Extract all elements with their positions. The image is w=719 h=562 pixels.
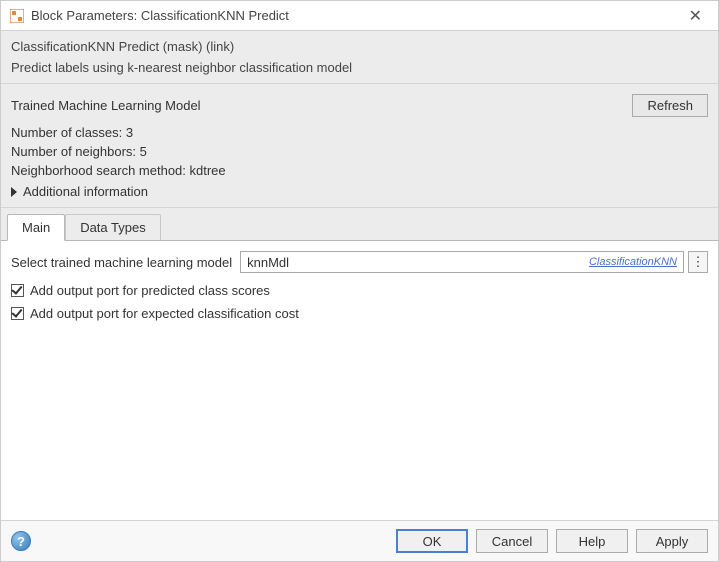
help-button[interactable]: Help	[556, 529, 628, 553]
apply-button[interactable]: Apply	[636, 529, 708, 553]
ok-button[interactable]: OK	[396, 529, 468, 553]
triangle-right-icon	[11, 187, 17, 197]
trained-model-section: Trained Machine Learning Model Refresh N…	[1, 84, 718, 208]
tab-bar: Main Data Types	[1, 208, 718, 241]
checkbox-predicted-scores-label: Add output port for predicted class scor…	[30, 283, 270, 298]
titlebar: Block Parameters: ClassificationKNN Pred…	[1, 1, 718, 31]
checkbox-classification-cost-row[interactable]: Add output port for expected classificat…	[11, 306, 708, 321]
additional-information-label: Additional information	[23, 184, 148, 199]
window-title: Block Parameters: ClassificationKNN Pred…	[31, 8, 681, 23]
model-input-value: knnMdl	[247, 255, 589, 270]
select-model-row: Select trained machine learning model kn…	[11, 251, 708, 273]
main-tab-panel: Select trained machine learning model kn…	[1, 241, 718, 520]
dialog-footer: ? OK Cancel Help Apply	[1, 520, 718, 561]
description-summary: Predict labels using k-nearest neighbor …	[11, 60, 708, 75]
search-method-label: Neighborhood search method: kdtree	[11, 163, 708, 178]
help-icon[interactable]: ?	[11, 531, 31, 551]
cancel-button[interactable]: Cancel	[476, 529, 548, 553]
checkbox-predicted-scores-row[interactable]: Add output port for predicted class scor…	[11, 283, 708, 298]
num-neighbors-label: Number of neighbors: 5	[11, 144, 708, 159]
model-browse-button[interactable]: ⋮	[688, 251, 708, 273]
model-type-link[interactable]: ClassificationKNN	[589, 256, 677, 268]
tab-data-types[interactable]: Data Types	[65, 214, 161, 240]
checkbox-classification-cost[interactable]	[11, 307, 24, 320]
refresh-button[interactable]: Refresh	[632, 94, 708, 117]
trained-model-header: Trained Machine Learning Model	[11, 98, 632, 113]
description-section: ClassificationKNN Predict (mask) (link) …	[1, 31, 718, 84]
mask-link-line: ClassificationKNN Predict (mask) (link)	[11, 39, 708, 54]
close-icon[interactable]: ✕	[681, 4, 710, 28]
app-icon	[9, 8, 25, 24]
tab-main[interactable]: Main	[7, 214, 65, 241]
additional-information-toggle[interactable]: Additional information	[11, 184, 708, 199]
model-input[interactable]: knnMdl ClassificationKNN	[240, 251, 684, 273]
select-model-label: Select trained machine learning model	[11, 255, 232, 270]
checkbox-classification-cost-label: Add output port for expected classificat…	[30, 306, 299, 321]
num-classes-label: Number of classes: 3	[11, 125, 708, 140]
checkbox-predicted-scores[interactable]	[11, 284, 24, 297]
